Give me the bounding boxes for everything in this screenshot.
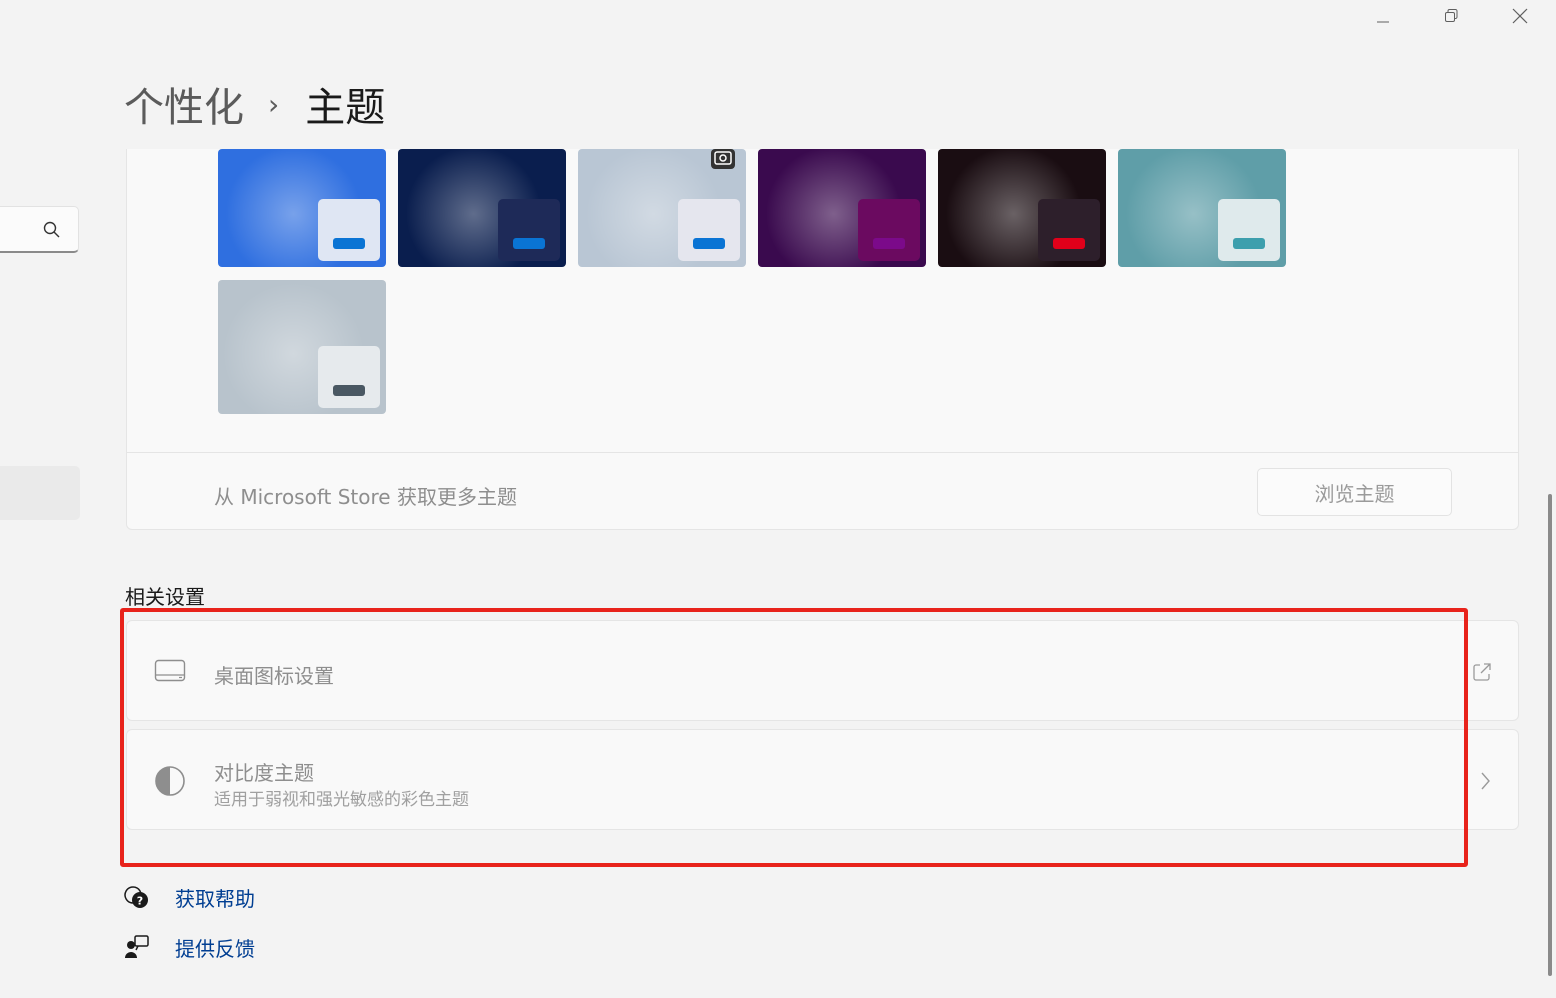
desktop-icon [154, 659, 186, 682]
desktop-icon-settings-label: 桌面图标设置 [214, 664, 334, 688]
minimize-button[interactable] [1349, 0, 1417, 32]
give-feedback-link[interactable]: 提供反馈 [175, 933, 255, 962]
theme-preview-tile [318, 199, 380, 261]
theme-preview-tile [678, 199, 740, 261]
contrast-themes-label: 对比度主题 [214, 761, 314, 785]
minimize-icon [1377, 21, 1389, 23]
page-title: 主题 [305, 85, 386, 131]
browse-themes-button[interactable]: 浏览主题 [1257, 468, 1452, 516]
theme-accent-bar [333, 385, 365, 396]
camera-icon [711, 149, 735, 169]
theme-preview-tile [318, 346, 380, 408]
help-icon: ? [124, 886, 148, 908]
contrast-icon [155, 766, 185, 796]
open-external-icon [1473, 663, 1491, 681]
theme-accent-bar [873, 238, 905, 249]
theme-preview-tile [1218, 199, 1280, 261]
theme-preview-tile [1038, 199, 1100, 261]
restore-button[interactable] [1417, 0, 1485, 32]
breadcrumb-parent[interactable]: 个性化 [124, 75, 244, 133]
chevron-right-icon [1481, 772, 1490, 790]
theme-accent-bar [513, 238, 545, 249]
theme-preview-tile [498, 199, 560, 261]
theme-accent-bar [693, 238, 725, 249]
get-help-row[interactable]: ? 获取帮助 [124, 881, 255, 913]
theme-accent-bar [1233, 238, 1265, 249]
search-input[interactable] [0, 206, 79, 253]
contrast-themes-description: 适用于弱视和强光敏感的彩色主题 [214, 790, 469, 810]
svg-text:?: ? [137, 895, 143, 908]
close-button[interactable] [1486, 0, 1554, 32]
theme-accent-bar [1053, 238, 1085, 249]
store-row: 从 Microsoft Store 获取更多主题 浏览主题 [127, 452, 1518, 529]
breadcrumb: 个性化 › 主题 [124, 74, 385, 134]
give-feedback-row[interactable]: 提供反馈 [124, 931, 255, 963]
restore-icon [1445, 9, 1458, 22]
theme-thumbnail-windows-dark[interactable] [398, 149, 566, 267]
theme-preview-tile [858, 199, 920, 261]
theme-accent-bar [333, 238, 365, 249]
get-help-link[interactable]: 获取帮助 [175, 883, 255, 912]
related-settings-title: 相关设置 [125, 585, 205, 609]
search-icon [43, 221, 60, 238]
theme-thumbnail-glow[interactable] [758, 149, 926, 267]
theme-thumbnail-sunrise[interactable] [1118, 149, 1286, 267]
theme-thumbnail-captured-motion[interactable] [578, 149, 746, 267]
sidebar-item-personalization[interactable] [0, 466, 80, 520]
breadcrumb-separator: › [268, 87, 280, 121]
feedback-icon [125, 935, 149, 958]
theme-gallery-card: 从 Microsoft Store 获取更多主题 浏览主题 [126, 149, 1519, 530]
scrollbar-thumb[interactable] [1548, 494, 1552, 976]
store-text: 从 Microsoft Store 获取更多主题 [214, 485, 517, 509]
theme-thumbnail-bloom-light[interactable] [218, 280, 386, 414]
theme-thumbnail-windows-light[interactable] [218, 149, 386, 267]
contrast-themes-row[interactable]: 对比度主题 适用于弱视和强光敏感的彩色主题 [126, 729, 1519, 830]
desktop-icon-settings-row[interactable]: 桌面图标设置 [126, 620, 1519, 721]
theme-thumbnail-flow[interactable] [938, 149, 1106, 267]
close-icon [1512, 8, 1528, 24]
